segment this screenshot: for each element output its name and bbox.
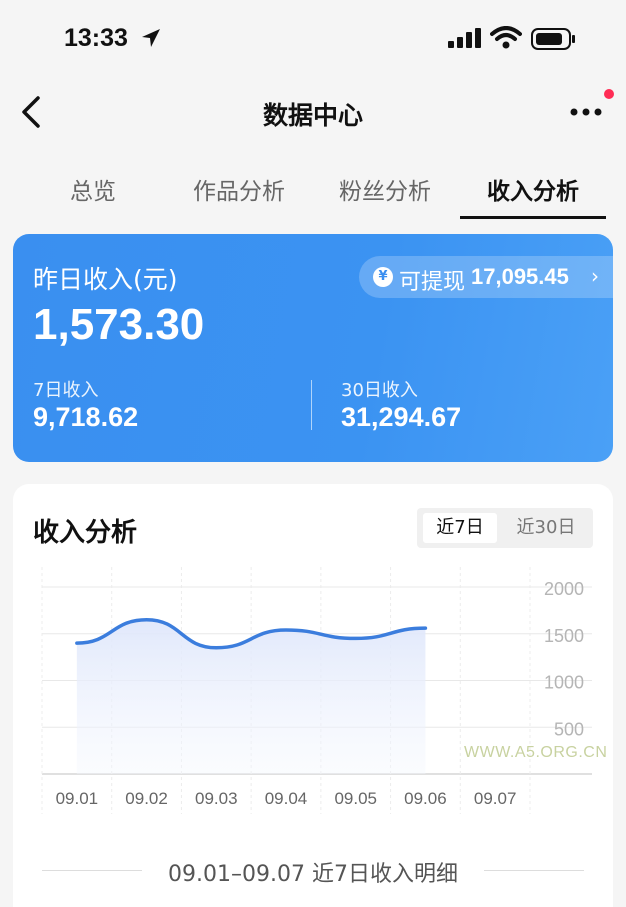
y-tick-label: 500 xyxy=(554,719,584,739)
y-tick-label: 1500 xyxy=(544,626,584,646)
x-tick-label: 09.04 xyxy=(265,789,308,808)
x-tick-label: 09.07 xyxy=(474,789,517,808)
y-tick-label: 2000 xyxy=(544,579,584,599)
x-tick-label: 09.06 xyxy=(404,789,447,808)
income-chart: 2000 1500 1000 500 09.01 09.02 09.03 09.04 09.05… xyxy=(41,567,592,814)
x-tick-label: 09.01 xyxy=(56,789,99,808)
series-area xyxy=(76,619,426,774)
detail-title: 09.01–09.07 近7日收入明细 xyxy=(168,862,458,887)
y-tick-label: 1000 xyxy=(544,673,584,693)
divider-right xyxy=(484,870,584,871)
x-tick-label: 09.05 xyxy=(334,789,377,808)
watermark: WWW.A5.ORG.CN xyxy=(464,744,608,761)
x-tick-label: 09.03 xyxy=(195,789,238,808)
x-tick-label: 09.02 xyxy=(125,789,168,808)
